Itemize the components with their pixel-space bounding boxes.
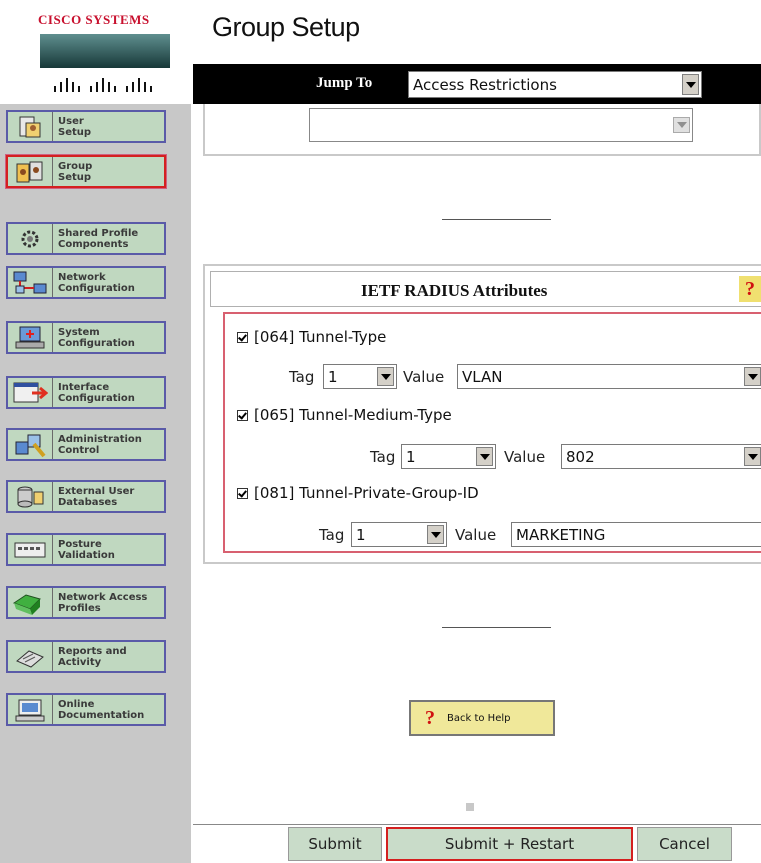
- value-label: Value: [504, 448, 546, 466]
- back-to-help-label: Back to Help: [447, 712, 511, 724]
- help-icon[interactable]: ?: [739, 276, 761, 302]
- nav-label: System Configuration: [58, 326, 135, 349]
- attribute-081-value-input[interactable]: MARKETING: [511, 522, 761, 547]
- value-text: VLAN: [462, 367, 503, 386]
- nav-external-user-databases[interactable]: External User Databases: [6, 480, 166, 513]
- nav-label: Interface Configuration: [58, 381, 135, 404]
- nav-interface-configuration[interactable]: Interface Configuration: [6, 376, 166, 409]
- chevron-down-icon[interactable]: [377, 367, 394, 386]
- value-label: Value: [403, 368, 445, 386]
- attribute-064-checkbox[interactable]: [237, 331, 248, 343]
- cisco-logo-icon: [40, 34, 170, 92]
- posture-icon: [8, 535, 53, 564]
- cancel-button[interactable]: Cancel: [637, 827, 732, 861]
- tag-value: 1: [328, 367, 338, 386]
- admin-control-icon: [8, 430, 53, 459]
- reports-icon: [8, 642, 53, 671]
- shared-profile-icon: [8, 224, 53, 253]
- divider: [442, 219, 551, 220]
- nav-system-configuration[interactable]: System Configuration: [6, 321, 166, 354]
- chevron-down-icon[interactable]: [744, 447, 761, 466]
- nav-label: Group Setup: [58, 160, 93, 183]
- jump-to-value: Access Restrictions: [413, 75, 557, 94]
- tag-label: Tag: [319, 526, 345, 544]
- nav-shared-profile-components[interactable]: Shared Profile Components: [6, 222, 166, 255]
- network-config-icon: [8, 268, 53, 297]
- ietf-radius-panel: IETF RADIUS Attributes ? [064] Tunnel-Ty…: [203, 264, 761, 564]
- logo-area: Cisco Systems: [0, 0, 191, 104]
- online-doc-icon: [8, 695, 53, 724]
- interface-config-icon: [8, 378, 53, 407]
- nav-label: Shared Profile Components: [58, 227, 139, 250]
- nav-label: Reports and Activity: [58, 645, 127, 668]
- chevron-down-icon[interactable]: [682, 74, 699, 95]
- user-setup-icon: [8, 112, 53, 141]
- left-nav: Cisco Systems User Setup Gr: [0, 0, 191, 863]
- attribute-065-label: [065] Tunnel-Medium-Type: [254, 406, 452, 424]
- tag-label: Tag: [289, 368, 315, 386]
- nav-user-setup[interactable]: User Setup: [6, 110, 166, 143]
- attribute-064-label: [064] Tunnel-Type: [254, 328, 387, 346]
- upper-select[interactable]: [309, 108, 693, 142]
- chevron-down-icon[interactable]: [427, 525, 444, 544]
- attribute-064-tag-select[interactable]: 1: [323, 364, 397, 389]
- attribute-row-065: [065] Tunnel-Medium-Type: [237, 406, 452, 424]
- attribute-row-064: [064] Tunnel-Type: [237, 328, 386, 346]
- nav-label: Online Documentation: [58, 698, 145, 721]
- network-access-icon: [8, 588, 53, 617]
- upper-section-panel: [203, 104, 761, 156]
- nav-network-access-profiles[interactable]: Network Access Profiles: [6, 586, 166, 619]
- system-config-icon: [8, 323, 53, 352]
- value-label: Value: [455, 526, 497, 544]
- attribute-081-checkbox[interactable]: [237, 487, 248, 499]
- nav-label: Administration Control: [58, 433, 142, 456]
- spacer-square: [466, 803, 474, 811]
- submit-button[interactable]: Submit: [288, 827, 382, 861]
- attribute-081-tag-select[interactable]: 1: [351, 522, 447, 547]
- attribute-065-value-select[interactable]: 802: [561, 444, 761, 469]
- back-to-help-button[interactable]: ? Back to Help: [409, 700, 555, 736]
- nav-reports-and-activity[interactable]: Reports and Activity: [6, 640, 166, 673]
- jump-to-label: Jump To: [316, 75, 373, 91]
- value-text: MARKETING: [516, 525, 606, 544]
- tag-value: 1: [406, 447, 416, 466]
- cisco-logo-text: Cisco Systems: [38, 12, 150, 27]
- chevron-down-icon[interactable]: [476, 447, 493, 466]
- chevron-down-icon[interactable]: [673, 117, 690, 133]
- nav-label: External User Databases: [58, 485, 135, 508]
- submit-restart-button[interactable]: Submit + Restart: [386, 827, 633, 861]
- tag-label: Tag: [370, 448, 396, 466]
- chevron-down-icon[interactable]: [744, 367, 761, 386]
- external-db-icon: [8, 482, 53, 511]
- nav-posture-validation[interactable]: Posture Validation: [6, 533, 166, 566]
- ietf-title: IETF RADIUS Attributes: [361, 281, 548, 300]
- jump-to-select[interactable]: Access Restrictions: [408, 71, 702, 98]
- nav-group-setup[interactable]: Group Setup: [6, 155, 166, 188]
- nav-label: Posture Validation: [58, 538, 115, 561]
- help-icon: ?: [425, 706, 435, 729]
- attribute-064-value-select[interactable]: VLAN: [457, 364, 761, 389]
- value-text: 802: [566, 447, 595, 466]
- attribute-row-081: [081] Tunnel-Private-Group-ID: [237, 484, 479, 502]
- attribute-081-label: [081] Tunnel-Private-Group-ID: [254, 484, 479, 502]
- jump-bar: Jump To Access Restrictions: [193, 64, 761, 104]
- nav-label: User Setup: [58, 115, 92, 138]
- attribute-065-tag-select[interactable]: 1: [401, 444, 496, 469]
- attributes-box: [064] Tunnel-Type Tag 1 Value VLAN [065]…: [223, 312, 761, 553]
- attribute-065-checkbox[interactable]: [237, 409, 248, 421]
- nav-administration-control[interactable]: Administration Control: [6, 428, 166, 461]
- nav-online-documentation[interactable]: Online Documentation: [6, 693, 166, 726]
- ietf-header: IETF RADIUS Attributes ?: [210, 271, 761, 307]
- page-title: Group Setup: [212, 12, 360, 42]
- nav-label: Network Access Profiles: [58, 591, 148, 614]
- divider: [442, 627, 551, 628]
- tag-value: 1: [356, 525, 366, 544]
- nav-network-configuration[interactable]: Network Configuration: [6, 266, 166, 299]
- nav-label: Network Configuration: [58, 271, 135, 294]
- group-setup-icon: [8, 157, 53, 186]
